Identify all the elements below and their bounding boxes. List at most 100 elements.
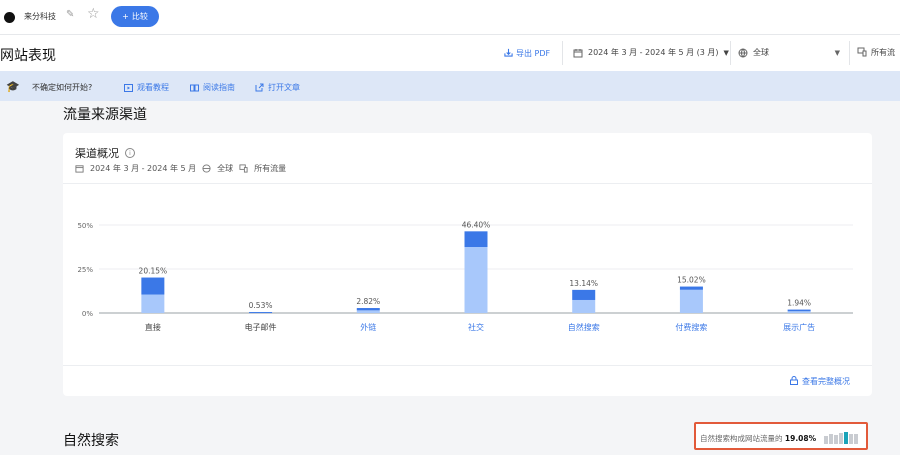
mini-bar bbox=[854, 434, 858, 444]
read-guide-label: 阅读指南 bbox=[203, 83, 235, 92]
card-meta: 2024 年 3 月 - 2024 年 5 月 全球 所有流量 bbox=[75, 163, 286, 174]
bar-dark-segment bbox=[572, 289, 596, 300]
date-range-picker[interactable]: 2024 年 3 月 - 2024 年 5 月 (3 月) ▼ bbox=[573, 47, 729, 58]
organic-share-summary: 自然搜索构成网站流量的 19.08% bbox=[694, 422, 868, 450]
channel-bar-chart: 50% 25% 0% 20.15% 直接 0.53% 电子邮件 2.82% 外链 46.40% 社交… bbox=[77, 220, 853, 332]
divider bbox=[63, 365, 872, 366]
book-icon bbox=[190, 84, 199, 91]
help-question: 不确定如何开始? bbox=[32, 83, 93, 92]
mini-bar bbox=[844, 432, 848, 444]
bar-dark-segment bbox=[464, 231, 488, 247]
caret-down-icon: ▼ bbox=[834, 48, 840, 57]
view-full-overview-link[interactable]: 查看完整概况 bbox=[790, 376, 850, 387]
site-favicon-icon bbox=[4, 12, 15, 23]
compare-button[interactable]: + 比较 bbox=[111, 6, 159, 27]
devices-icon bbox=[857, 47, 867, 57]
pencil-icon[interactable]: ✎ bbox=[66, 9, 74, 20]
bar-light-segment bbox=[679, 289, 703, 313]
mini-bar bbox=[839, 433, 843, 444]
bar-value-label: 20.15% bbox=[139, 267, 168, 276]
export-label: 导出 PDF bbox=[516, 49, 551, 58]
divider bbox=[63, 183, 872, 184]
bar-dark-segment bbox=[141, 277, 165, 295]
region-selector[interactable]: 全球 ▼ bbox=[738, 47, 840, 58]
watch-tutorial-label: 观看教程 bbox=[137, 83, 169, 92]
star-icon[interactable]: ☆ bbox=[87, 6, 100, 22]
channel-overview-card: 渠道概况 i 2024 年 3 月 - 2024 年 5 月 全球 所有流量 5… bbox=[63, 133, 872, 396]
bar-value-label: 46.40% bbox=[462, 220, 491, 229]
mini-bar bbox=[829, 434, 833, 444]
help-bar: 🎓 不确定如何开始? 观看教程 阅读指南 打开文章 bbox=[0, 71, 900, 101]
x-category-label: 直接 bbox=[145, 322, 161, 332]
globe-icon bbox=[738, 48, 748, 57]
bar-dark-segment bbox=[356, 308, 380, 311]
mini-bar-sparkline bbox=[824, 431, 858, 444]
graduation-cap-icon: 🎓 bbox=[6, 80, 20, 93]
x-category-label: 外链 bbox=[360, 322, 376, 332]
y-tick-label: 25% bbox=[77, 266, 93, 274]
video-icon bbox=[124, 83, 133, 92]
site-name[interactable]: 来分科技 bbox=[24, 11, 56, 22]
organic-share-value: 19.08% bbox=[784, 434, 817, 443]
x-category-label: 社交 bbox=[468, 322, 484, 332]
card-title-text: 渠道概况 bbox=[75, 147, 119, 160]
open-article-link[interactable]: 打开文章 bbox=[255, 82, 300, 93]
divider bbox=[849, 41, 850, 65]
open-article-label: 打开文章 bbox=[268, 83, 300, 92]
x-category-label: 自然搜索 bbox=[568, 322, 600, 332]
meta-date: 2024 年 3 月 - 2024 年 5 月 bbox=[90, 164, 197, 173]
organic-share-label: 自然搜索构成网站流量的 bbox=[700, 434, 783, 443]
traffic-type-selector[interactable]: 所有流 bbox=[857, 47, 895, 58]
view-full-overview-label: 查看完整概况 bbox=[802, 377, 850, 386]
mini-bar bbox=[834, 435, 838, 444]
x-category-label: 电子邮件 bbox=[245, 322, 277, 332]
plus-icon: + bbox=[122, 12, 129, 21]
organic-share-text: 自然搜索构成网站流量的 19.08% bbox=[700, 433, 816, 444]
bar-light-segment bbox=[141, 294, 165, 313]
compare-label: 比较 bbox=[131, 12, 148, 21]
divider bbox=[562, 41, 563, 65]
page-header: 网站表现 导出 PDF 2024 年 3 月 - 2024 年 5 月 (3 月… bbox=[0, 34, 900, 72]
bar-value-label: 1.94% bbox=[787, 299, 811, 308]
traffic-type-value: 所有流 bbox=[871, 48, 895, 57]
meta-traffic: 所有流量 bbox=[254, 164, 287, 173]
date-range-value: 2024 年 3 月 - 2024 年 5 月 (3 月) bbox=[588, 48, 719, 57]
caret-down-icon: ▼ bbox=[723, 48, 729, 57]
bar-dark-segment bbox=[787, 309, 811, 312]
bar-value-label: 2.82% bbox=[356, 297, 380, 306]
external-link-icon bbox=[255, 83, 264, 92]
bar-value-label: 15.02% bbox=[677, 276, 706, 285]
divider bbox=[730, 41, 731, 65]
y-tick-label: 0% bbox=[82, 310, 93, 318]
top-bar: 来分科技 ✎ ☆ + 比较 bbox=[0, 0, 900, 34]
page-title: 网站表现 bbox=[0, 48, 56, 64]
info-icon[interactable]: i bbox=[125, 148, 135, 158]
section-title-traffic-channels: 流量来源渠道 bbox=[63, 107, 147, 123]
calendar-icon bbox=[75, 165, 84, 173]
calendar-icon bbox=[573, 48, 583, 57]
mini-bar bbox=[824, 436, 828, 444]
download-icon bbox=[504, 48, 513, 57]
x-category-label: 付费搜索 bbox=[675, 322, 707, 332]
card-title: 渠道概况 i bbox=[75, 145, 135, 161]
export-pdf-button[interactable]: 导出 PDF bbox=[504, 48, 550, 59]
region-value: 全球 bbox=[753, 48, 769, 57]
bar-dark-segment bbox=[679, 286, 703, 290]
x-category-label: 展示广告 bbox=[783, 322, 815, 332]
bar-light-segment bbox=[572, 299, 596, 313]
bar-light-segment bbox=[464, 247, 488, 313]
bar-dark-segment bbox=[249, 312, 273, 314]
devices-icon bbox=[239, 164, 248, 173]
section-title-organic-search: 自然搜索 bbox=[63, 433, 119, 449]
mini-bar bbox=[849, 434, 853, 444]
bar-light-segment bbox=[787, 311, 811, 313]
y-tick-label: 50% bbox=[77, 222, 93, 230]
bar-value-label: 0.53% bbox=[249, 301, 273, 310]
watch-tutorial-link[interactable]: 观看教程 bbox=[124, 82, 169, 93]
read-guide-link[interactable]: 阅读指南 bbox=[190, 82, 235, 93]
globe-icon bbox=[202, 164, 211, 173]
bar-light-segment bbox=[356, 310, 380, 313]
lock-icon bbox=[790, 376, 798, 385]
bar-value-label: 13.14% bbox=[569, 279, 598, 288]
meta-region: 全球 bbox=[217, 164, 234, 173]
